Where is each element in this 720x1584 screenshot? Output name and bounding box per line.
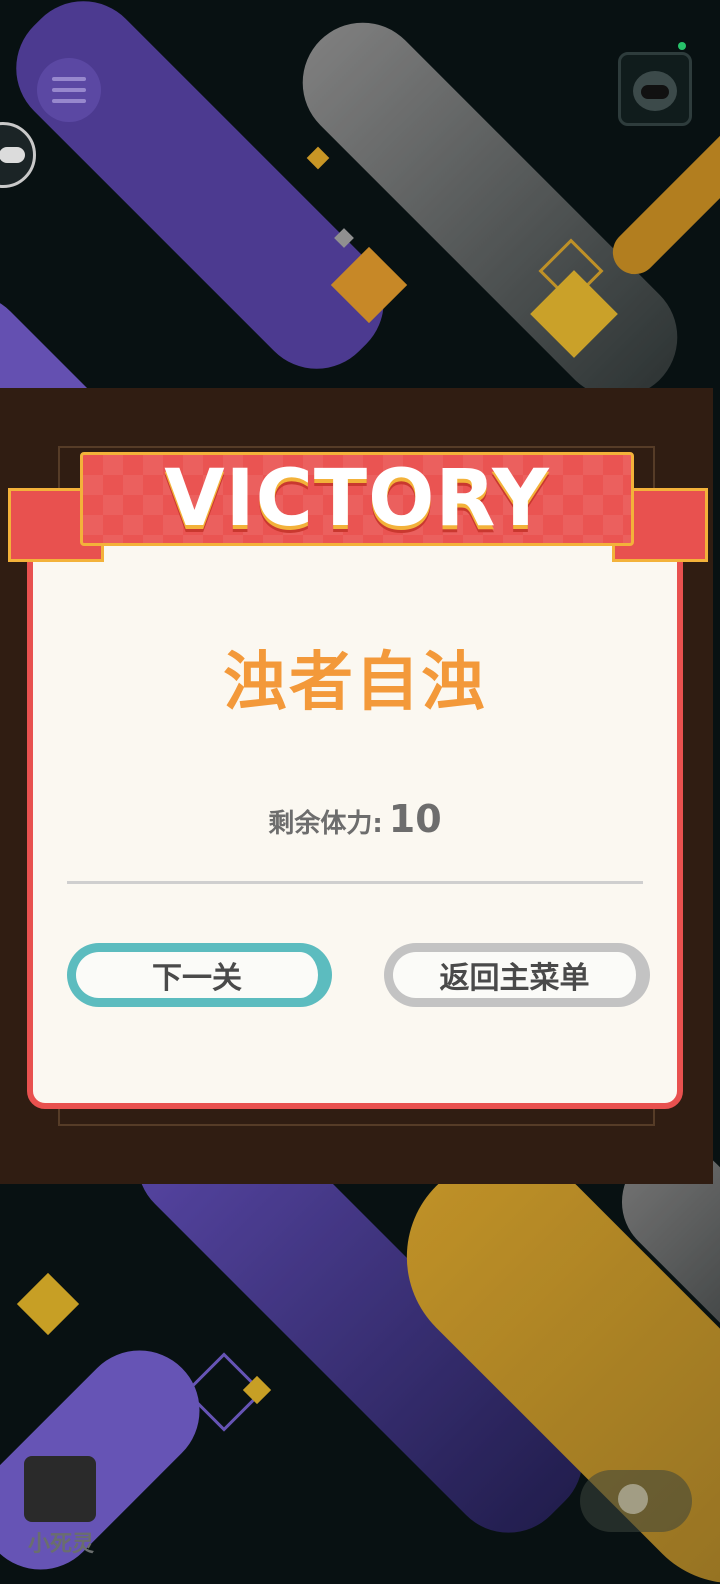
level-name: 浊者自浊 [223, 646, 487, 720]
menu-icon-line [52, 88, 86, 92]
menu-icon-line [52, 99, 86, 103]
character-avatar[interactable] [24, 1456, 96, 1522]
main-menu-button[interactable]: 返回主菜单 [384, 943, 650, 1007]
lightbulb-icon [618, 1484, 648, 1514]
stamina-label: 剩余体力: [268, 809, 383, 839]
victory-dialog: 浊者自浊 剩余体力: 10 下一关 返回主菜单 [27, 529, 683, 1109]
menu-icon-line [52, 77, 86, 81]
hint-button[interactable] [580, 1470, 692, 1532]
game-screen: 小死灵 浊者自浊 剩余体力: 10 下一关 返回主菜单 VICTORY [0, 0, 720, 1584]
victory-title: VICTORY [164, 454, 550, 544]
next-level-button[interactable]: 下一关 [67, 943, 332, 1007]
robot-visor [641, 85, 669, 99]
character-name: 小死灵 [28, 1532, 95, 1557]
online-status-dot [678, 42, 686, 50]
robot-button[interactable] [618, 52, 692, 126]
divider [67, 881, 643, 884]
stamina-value: 10 [388, 797, 442, 841]
robot-icon [0, 147, 25, 163]
remaining-stamina: 剩余体力: 10 [33, 797, 677, 841]
menu-button[interactable] [37, 58, 101, 122]
